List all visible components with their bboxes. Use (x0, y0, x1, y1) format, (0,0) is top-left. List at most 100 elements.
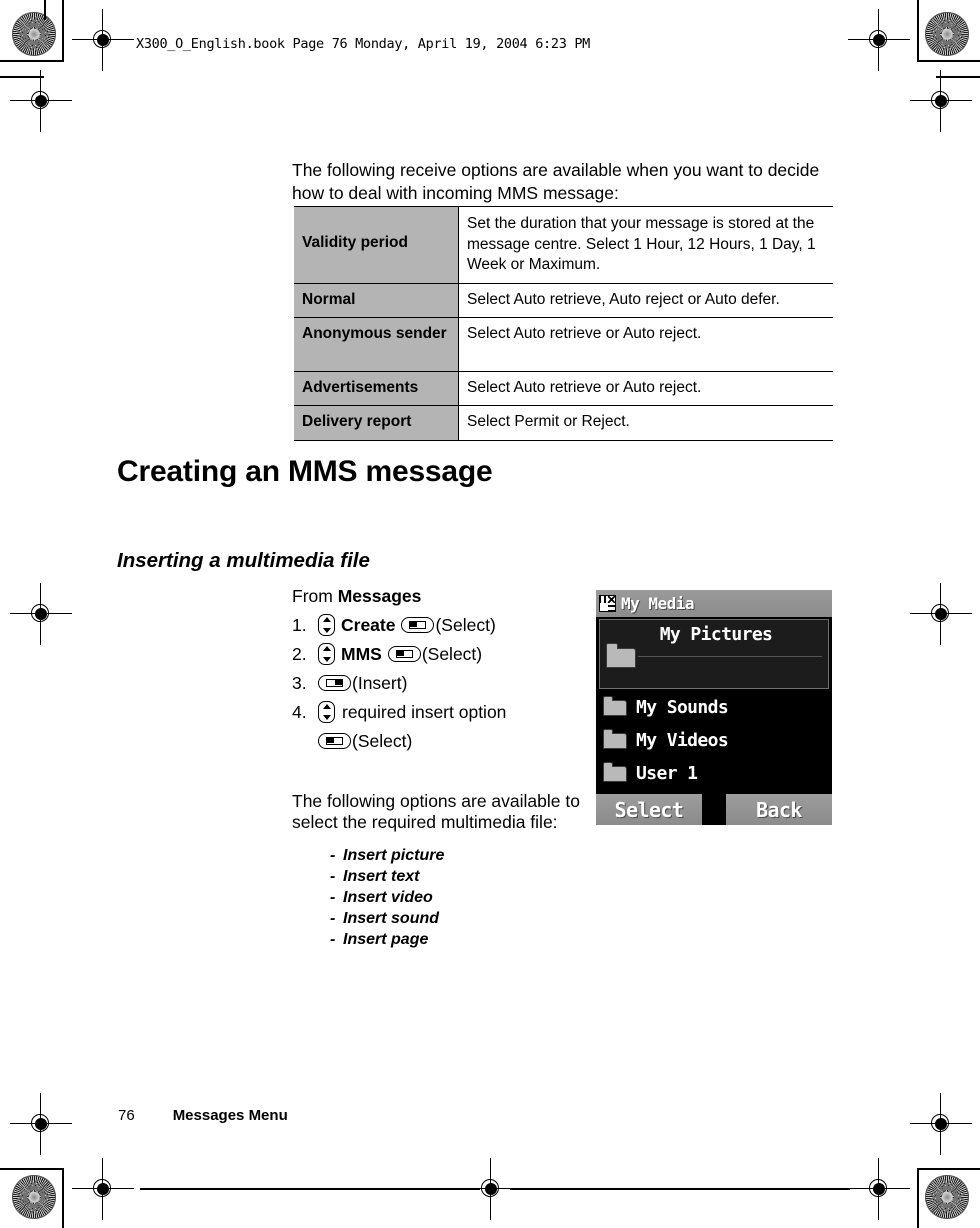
step-action-label: (Insert) (352, 673, 408, 693)
crop-line (0, 1168, 62, 1170)
phone-selected-item-label: My Pictures (659, 624, 773, 645)
crop-line (510, 1188, 850, 1190)
phone-menu-item[interactable]: User 1 (596, 757, 832, 790)
step-body: required insert option (318, 699, 506, 725)
folder-icon (602, 761, 627, 782)
registration-target-bottom-right (848, 1158, 910, 1220)
rosette-mark-top-right (925, 12, 969, 56)
table-cell-description: Select Auto retrieve or Auto reject. (458, 370, 833, 406)
crop-line (917, 0, 919, 62)
table-row: Delivery report Select Permit or Reject. (294, 405, 833, 441)
table-row: Normal Select Auto retrieve, Auto reject… (294, 282, 833, 318)
crop-line (918, 60, 980, 62)
registration-target-top-right (848, 9, 910, 71)
registration-target-lower-right (910, 1093, 972, 1155)
procedure-step-4-action-line: (Select) (318, 728, 592, 754)
crop-line (62, 0, 64, 62)
procedure-step-3: 3. (Insert) (292, 670, 592, 696)
table-cell-label: Advertisements (294, 370, 459, 406)
registration-target-mid-left (10, 583, 72, 645)
navigation-key-icon (318, 643, 335, 665)
procedure-block: From Messages 1. Create (Select) 2. MMS … (292, 586, 592, 754)
from-prefix: From (292, 586, 338, 606)
crop-line (918, 1168, 980, 1170)
book-header-line: X300_O_English.book Page 76 Monday, Apri… (136, 36, 591, 52)
procedure-step-4: 4. required insert option (292, 699, 592, 725)
insert-options-list: - Insert picture - Insert text - Insert vid… (330, 845, 444, 950)
phone-softkey-bar: Select Back (596, 794, 832, 825)
step-number: 3. (292, 673, 307, 693)
left-softkey-icon (387, 646, 421, 662)
dash-bullet: - (330, 910, 336, 927)
registration-target-bottom-left (72, 1158, 134, 1220)
list-item-label: Insert text (343, 868, 420, 885)
list-item: - Insert sound (330, 908, 444, 929)
step-action-label: (Select) (421, 644, 483, 664)
table-cell-description: Select Auto retrieve, Auto reject or Aut… (458, 282, 833, 318)
phone-menu-item-label: User 1 (636, 763, 698, 784)
table-cell-label: Normal (294, 282, 459, 318)
right-softkey-icon (318, 675, 351, 691)
phone-title-bar: My Media (596, 590, 832, 617)
media-icon (599, 595, 616, 612)
table-cell-description: Set the duration that your message is st… (458, 206, 833, 283)
procedure-steps: 1. Create (Select) 2. MMS (Select) 3. (I… (292, 612, 592, 725)
table-cell-label: Anonymous sender (294, 317, 459, 371)
step-number: 1. (292, 615, 307, 635)
table-cell-description: Select Permit or Reject. (458, 405, 833, 441)
phone-menu-item-label: My Sounds (636, 697, 729, 718)
page-footer: 76 Messages Menu (118, 1107, 288, 1124)
folder-icon (605, 643, 636, 668)
crop-line (0, 76, 44, 78)
step-target-label: MMS (341, 644, 382, 664)
step-body: (Insert) (318, 670, 407, 696)
divider (638, 656, 822, 657)
phone-menu-item[interactable]: My Sounds (596, 691, 832, 724)
list-item: - Insert text (330, 866, 444, 887)
navigation-key-icon (318, 614, 335, 636)
list-item-label: Insert video (343, 889, 433, 906)
table-row: Advertisements Select Auto retrieve or A… (294, 370, 833, 406)
navigation-key-icon (318, 701, 335, 723)
phone-softkey-right[interactable]: Back (726, 794, 832, 825)
rosette-mark-bottom-right (925, 1175, 969, 1219)
step-target-label: required insert option (342, 702, 507, 722)
phone-menu-item-selected[interactable]: My Pictures (599, 619, 829, 689)
left-softkey-icon (401, 617, 435, 633)
list-item: - Insert video (330, 887, 444, 908)
phone-title-label: My Media (621, 594, 695, 613)
procedure-step-1: 1. Create (Select) (292, 612, 592, 638)
registration-target-mid-right (910, 583, 972, 645)
phone-menu-list: My Pictures My Sounds My Videos User 1 (596, 617, 832, 794)
footer-section-name: Messages Menu (172, 1107, 288, 1124)
step-number: 2. (292, 644, 307, 664)
intro-paragraph: The following receive options are availa… (292, 159, 820, 203)
dash-bullet: - (330, 868, 336, 885)
list-item: - Insert page (330, 929, 444, 950)
crop-line (140, 1188, 480, 1190)
rosette-mark-top-left (12, 12, 56, 56)
crop-line (0, 60, 62, 62)
crop-line (44, 0, 46, 20)
step-body: Create (Select) (318, 612, 496, 638)
phone-menu-item-label: My Videos (636, 730, 729, 751)
chapter-heading: Creating an MMS message (117, 455, 493, 488)
registration-target-upper-right (910, 70, 972, 132)
table-cell-label: Validity period (294, 206, 459, 283)
dash-bullet: - (330, 889, 336, 906)
procedure-from-line: From Messages (292, 586, 592, 607)
phone-softkey-left[interactable]: Select (596, 794, 702, 825)
page-number: 76 (118, 1107, 135, 1124)
from-target: Messages (337, 586, 422, 606)
folder-icon (602, 695, 627, 716)
registration-target-top-left (72, 9, 134, 71)
list-item-label: Insert page (343, 931, 429, 948)
registration-target-lower-left (10, 1093, 72, 1155)
step-target-label: Create (341, 615, 396, 635)
phone-menu-item[interactable]: My Videos (596, 724, 832, 757)
crop-line (917, 1168, 919, 1228)
list-item: - Insert picture (330, 845, 444, 866)
step-body: MMS (Select) (318, 641, 482, 667)
phone-screen-illustration: My Media My Pictures My Sounds My Videos… (596, 590, 832, 825)
list-item-label: Insert sound (343, 910, 440, 927)
